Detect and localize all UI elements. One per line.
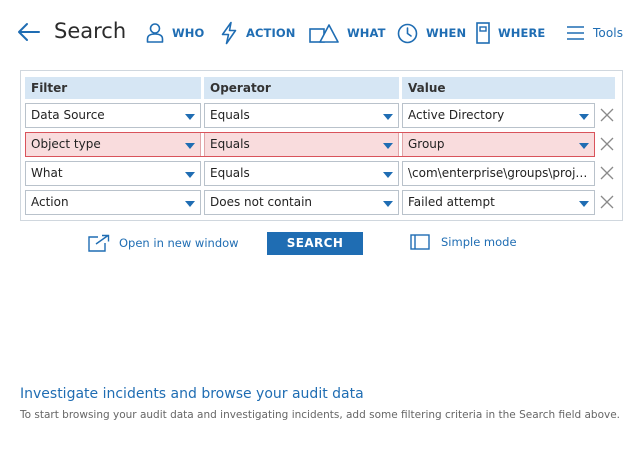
caret-down-icon bbox=[185, 172, 195, 178]
simple-mode-label: Simple mode bbox=[441, 235, 517, 249]
remove-row-close-icon[interactable] bbox=[600, 166, 614, 180]
operator-select-value: Equals bbox=[210, 137, 250, 151]
tools-menu[interactable]: Tools bbox=[566, 18, 623, 48]
caret-down-icon bbox=[579, 143, 589, 149]
user-icon bbox=[146, 23, 164, 43]
remove-row-close-icon[interactable] bbox=[600, 108, 614, 122]
caret-down-icon bbox=[185, 114, 195, 120]
operator-select[interactable]: Equals bbox=[204, 161, 399, 186]
simple-mode-panel-icon bbox=[410, 234, 430, 250]
nav-where-label: WHERE bbox=[498, 26, 546, 40]
arrow-left-icon bbox=[18, 23, 40, 41]
hamburger-menu-icon bbox=[567, 26, 584, 40]
page-title: Search bbox=[54, 19, 127, 43]
nav-what[interactable]: WHAT bbox=[309, 18, 386, 48]
external-window-icon bbox=[88, 234, 110, 252]
filter-select-value: What bbox=[31, 166, 63, 180]
lightning-icon bbox=[221, 21, 237, 45]
filter-select-value: Object type bbox=[31, 137, 101, 151]
filter-panel: Filter Operator Value Data Source Equals… bbox=[20, 70, 623, 221]
nav-action[interactable]: ACTION bbox=[220, 18, 295, 48]
value-select-value: Group bbox=[408, 137, 445, 151]
operator-select-value: Equals bbox=[210, 108, 250, 122]
caret-down-icon bbox=[579, 114, 589, 120]
open-in-new-window-label: Open in new window bbox=[119, 236, 239, 250]
value-select[interactable]: Active Directory bbox=[402, 103, 595, 128]
nav-where[interactable]: WHERE bbox=[476, 18, 545, 48]
caret-down-icon bbox=[185, 143, 195, 149]
caret-down-icon bbox=[383, 201, 393, 207]
tools-label: Tools bbox=[593, 26, 624, 40]
nav-who-label: WHO bbox=[172, 26, 205, 40]
operator-select[interactable]: Equals bbox=[204, 103, 399, 128]
caret-down-icon bbox=[185, 201, 195, 207]
nav-when[interactable]: WHEN bbox=[397, 18, 466, 48]
back-button[interactable] bbox=[17, 21, 41, 43]
shapes-icon bbox=[309, 24, 339, 43]
column-header-filter: Filter bbox=[25, 77, 201, 99]
value-select-value: Failed attempt bbox=[408, 195, 495, 209]
investigate-title: Investigate incidents and browse your au… bbox=[20, 386, 364, 402]
nav-what-label: WHAT bbox=[347, 26, 386, 40]
nav-who[interactable]: WHO bbox=[146, 18, 204, 48]
value-select-value: Active Directory bbox=[408, 108, 505, 122]
operator-select[interactable]: Does not contain bbox=[204, 190, 399, 215]
header: Search WHO ACTION WHAT WHEN WHERE Tools bbox=[0, 0, 640, 66]
caret-down-icon bbox=[383, 172, 393, 178]
operator-select-value: Equals bbox=[210, 166, 250, 180]
value-input[interactable]: \com\enterprise\groups\project... bbox=[402, 161, 595, 186]
server-icon bbox=[476, 22, 490, 44]
search-button[interactable]: SEARCH bbox=[267, 232, 363, 255]
remove-row-close-icon[interactable] bbox=[600, 137, 614, 151]
filter-select[interactable]: Action bbox=[25, 190, 201, 215]
filter-select[interactable]: Object type bbox=[25, 132, 201, 157]
column-header-operator: Operator bbox=[204, 77, 399, 99]
remove-row-close-icon[interactable] bbox=[600, 195, 614, 209]
operator-select-value: Does not contain bbox=[210, 195, 313, 209]
filter-select-value: Action bbox=[31, 195, 69, 209]
caret-down-icon bbox=[383, 114, 393, 120]
filter-select[interactable]: Data Source bbox=[25, 103, 201, 128]
value-input-text: \com\enterprise\groups\project... bbox=[408, 166, 594, 180]
value-select[interactable]: Group bbox=[402, 132, 595, 157]
value-select[interactable]: Failed attempt bbox=[402, 190, 595, 215]
caret-down-icon bbox=[383, 143, 393, 149]
investigate-description: To start browsing your audit data and in… bbox=[20, 409, 621, 421]
filter-select-value: Data Source bbox=[31, 108, 105, 122]
nav-action-label: ACTION bbox=[246, 26, 296, 40]
open-in-new-window-link[interactable]: Open in new window bbox=[88, 234, 239, 252]
filter-select[interactable]: What bbox=[25, 161, 201, 186]
column-header-value: Value bbox=[402, 77, 615, 99]
nav-when-label: WHEN bbox=[426, 26, 467, 40]
clock-icon bbox=[397, 23, 418, 43]
caret-down-icon bbox=[579, 201, 589, 207]
simple-mode-link[interactable]: Simple mode bbox=[410, 234, 517, 250]
operator-select[interactable]: Equals bbox=[204, 132, 399, 157]
